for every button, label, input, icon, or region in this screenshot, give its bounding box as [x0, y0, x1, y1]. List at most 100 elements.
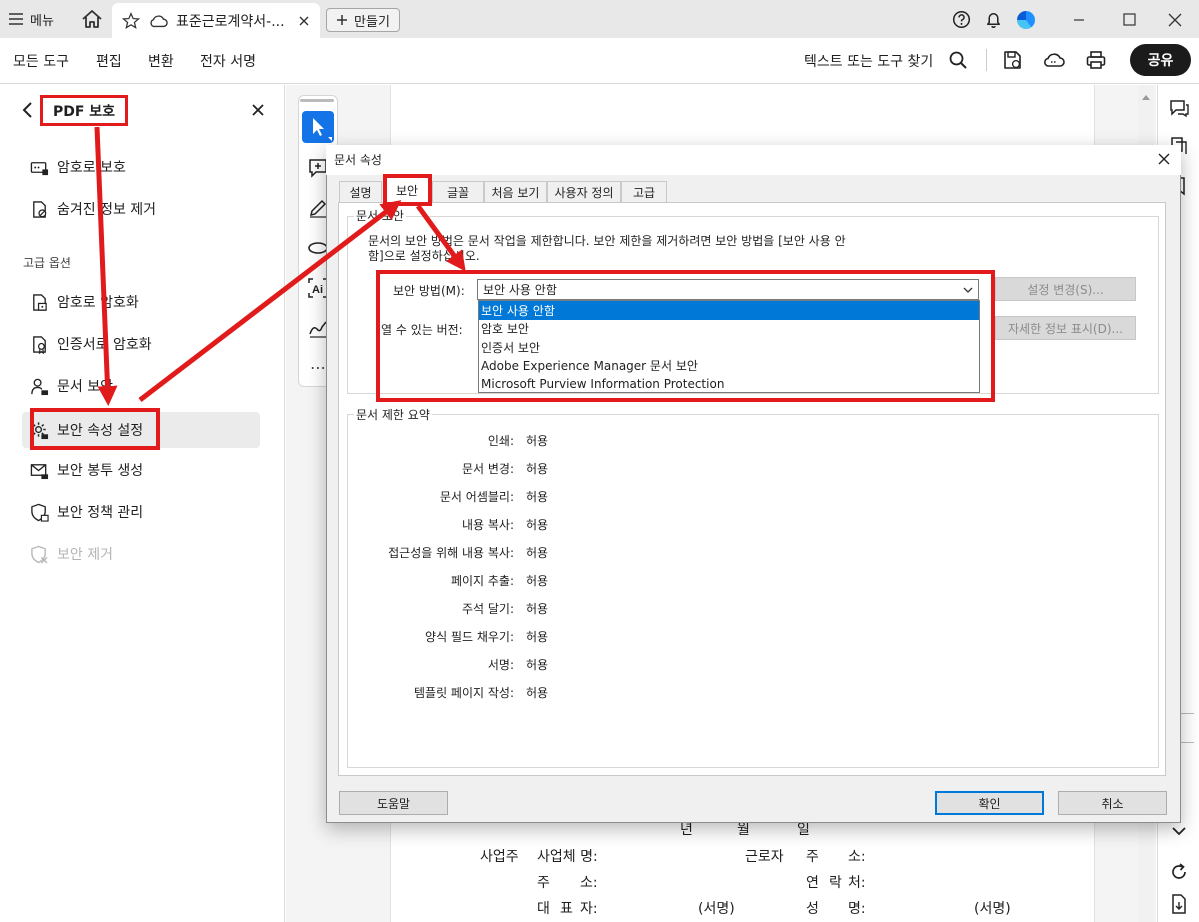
permission-row: 주석 달기: 허용 — [350, 600, 650, 618]
annotation-highlight-box — [30, 408, 160, 450]
doc-address-1: 주 — [806, 849, 819, 865]
tab-fonts[interactable]: 글꼴 — [432, 181, 484, 202]
new-tab-label: 만들기 — [354, 14, 390, 30]
permission-value: 허용 — [526, 434, 549, 448]
home-icon[interactable] — [80, 8, 104, 30]
close-icon[interactable] — [250, 102, 266, 118]
permission-name: 양식 필드 채우기: — [425, 630, 514, 644]
security-description-line: 문서의 보안 방법은 문서 작업을 제한합니다. 보안 제한을 제거하려면 보안… — [368, 234, 846, 248]
refresh-icon[interactable] — [1168, 861, 1190, 883]
scroll-up-icon[interactable] — [1141, 92, 1151, 102]
permission-name: 문서 변경: — [461, 462, 514, 476]
permission-row: 인쇄: 허용 — [350, 432, 650, 450]
save-icon[interactable] — [1002, 49, 1022, 71]
menu-item-label: 문서 보안 — [57, 379, 113, 395]
avatar[interactable] — [1017, 11, 1035, 29]
menu-item-label: 암호로 보호 — [57, 160, 126, 176]
toolbar-all-tools[interactable]: 모든 도구 — [13, 51, 69, 71]
menu-item-remove-hidden-info[interactable]: 숨겨진 정보 제거 — [30, 197, 156, 221]
search-tools-label[interactable]: 텍스트 또는 도구 찾기 — [804, 51, 933, 71]
document-erase-icon — [33, 200, 47, 218]
menu-item-security-envelope[interactable]: 보안 봉투 생성 — [30, 458, 143, 482]
doc-business-name: 사업체 명: — [537, 849, 598, 865]
maximize-icon[interactable] — [1114, 10, 1144, 30]
security-description: 문서의 보안 방법은 문서 작업을 제한합니다. 보안 제한을 제거하려면 보안… — [368, 234, 888, 264]
annotation-highlight-box — [383, 174, 432, 206]
menu-item-label: 보안 봉투 생성 — [57, 463, 144, 479]
svg-text:Ai: Ai — [312, 284, 323, 296]
quick-tools-grip[interactable] — [300, 99, 334, 102]
tab-initial-view[interactable]: 처음 보기 — [484, 181, 547, 202]
toolbar-divider — [986, 49, 987, 71]
document-save-icon[interactable] — [1168, 893, 1190, 915]
new-tab-button[interactable]: 만들기 — [326, 8, 400, 32]
tab-advanced[interactable]: 고급 — [621, 181, 667, 202]
cancel-button[interactable]: 취소 — [1058, 791, 1167, 815]
doc-name-2: 명: — [848, 901, 866, 917]
doc-name-1: 성 — [806, 901, 819, 917]
menu-label: 메뉴 — [30, 13, 54, 29]
close-icon[interactable] — [296, 13, 312, 29]
menu-button[interactable]: 메뉴 — [8, 8, 54, 30]
dialog-titlebar[interactable] — [326, 145, 1181, 175]
doc-contact-3: 처: — [848, 875, 866, 891]
document-tab[interactable]: 표준근로계약서-... — [112, 3, 320, 38]
shield-remove-icon — [31, 545, 48, 564]
comment-icon[interactable] — [1168, 97, 1190, 119]
permission-name: 주석 달기: — [461, 602, 514, 616]
toolbar-convert[interactable]: 변환 — [148, 51, 174, 71]
more-tools-icon[interactable]: ⋯ — [310, 358, 326, 377]
minimize-icon[interactable] — [1064, 10, 1094, 30]
permission-value: 허용 — [526, 546, 549, 560]
security-description-line: 함]으로 설정하십시오. — [368, 249, 480, 263]
menu-item-document-security[interactable]: 문서 보안 — [30, 374, 113, 398]
menu-item-label: 암호로 암호화 — [57, 295, 139, 311]
menu-item-encrypt-certificate[interactable]: 인증서로 암호화 — [30, 332, 152, 356]
hamburger-icon — [9, 13, 23, 25]
tab-description[interactable]: 설명 — [339, 181, 382, 202]
tab-custom[interactable]: 사용자 정의 — [547, 181, 621, 202]
menu-item-encrypt-password[interactable]: 암호로 암호화 — [30, 290, 139, 314]
cloud-icon — [150, 14, 168, 27]
search-icon[interactable] — [948, 50, 968, 70]
permission-value: 허용 — [526, 490, 549, 504]
star-icon[interactable] — [122, 11, 140, 30]
permission-name: 내용 복사: — [461, 518, 514, 532]
permission-value: 허용 — [526, 686, 549, 700]
menu-item-remove-security: 보안 제거 — [30, 542, 113, 566]
show-details-button: 자세한 정보 표시(D)... — [995, 316, 1136, 340]
toolbar-e-sign[interactable]: 전자 서명 — [200, 51, 256, 71]
bell-icon[interactable] — [984, 10, 1003, 29]
permission-row: 문서 어셈블리: 허용 — [350, 488, 650, 506]
window-close-icon[interactable] — [1160, 10, 1190, 30]
ok-button[interactable]: 확인 — [935, 791, 1044, 815]
envelope-lock-icon — [30, 463, 49, 479]
help-icon[interactable] — [952, 10, 971, 29]
print-icon[interactable] — [1085, 49, 1107, 71]
menu-item-security-policies[interactable]: 보안 정책 관리 — [30, 500, 143, 524]
permission-name: 인쇄: — [487, 434, 514, 448]
doc-address-2: 소: — [848, 849, 866, 865]
chevron-down-icon[interactable] — [1168, 820, 1190, 842]
menu-item-label: 보안 제거 — [57, 547, 113, 563]
menu-item-label: 인증서로 암호화 — [57, 337, 152, 353]
back-chevron-icon[interactable] — [20, 101, 36, 119]
toolbar-edit[interactable]: 편집 — [96, 51, 122, 71]
permission-name: 템플릿 페이지 작성: — [414, 686, 514, 700]
cloud-save-icon[interactable] — [1042, 49, 1066, 71]
help-button[interactable]: 도움말 — [339, 791, 448, 815]
doc-rep-2: 표 — [560, 901, 573, 917]
doc-contact-1: 연 — [806, 875, 819, 891]
doc-rep-1: 대 — [537, 901, 550, 917]
plus-icon — [337, 15, 348, 25]
permission-value: 허용 — [526, 518, 549, 532]
share-button[interactable]: 공유 — [1130, 44, 1191, 76]
close-icon[interactable] — [1156, 151, 1172, 167]
select-tool-button[interactable] — [302, 111, 334, 143]
tab-title: 표준근로계약서-... — [176, 13, 285, 30]
menu-item-password-protect[interactable]: 암호로 보호 — [30, 155, 126, 179]
permission-value: 허용 — [526, 462, 549, 476]
user-lock-icon — [31, 378, 49, 395]
advanced-options-header: 고급 옵션 — [23, 256, 71, 270]
permission-name: 문서 어셈블리: — [439, 490, 514, 504]
